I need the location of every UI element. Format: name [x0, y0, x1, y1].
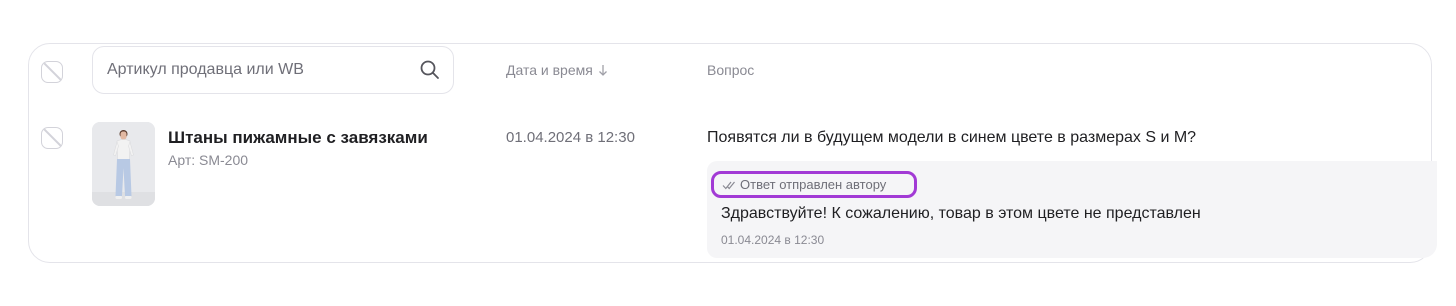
- product-name[interactable]: Штаны пижамные с завязками: [168, 128, 428, 148]
- product-sku: Арт: SM-200: [168, 152, 249, 168]
- question-column-label: Вопрос: [707, 62, 755, 78]
- date-column-header[interactable]: Дата и время: [506, 62, 609, 78]
- answer-status-badge: Ответ отправлен автору: [711, 171, 917, 198]
- question-text: Появятся ли в будущем модели в синем цве…: [707, 129, 1197, 146]
- date-column-label: Дата и время: [506, 62, 593, 78]
- double-check-icon: [722, 181, 735, 189]
- answer-text: Здравствуйте! К сожалению, товар в этом …: [721, 205, 1201, 222]
- question-datetime: 01.04.2024 в 12:30: [506, 129, 635, 146]
- answer-block: Ответ отправлен автору Здравствуйте! К с…: [707, 161, 1437, 258]
- question-column-header: Вопрос: [707, 62, 754, 78]
- product-image[interactable]: [92, 122, 155, 206]
- select-all-checkbox[interactable]: [41, 61, 63, 83]
- answer-status-label: Ответ отправлен автору: [740, 177, 887, 192]
- search-input[interactable]: [107, 61, 419, 79]
- sort-down-icon[interactable]: [597, 63, 609, 77]
- answer-datetime: 01.04.2024 в 12:30: [721, 233, 825, 247]
- row-checkbox[interactable]: [41, 127, 63, 149]
- search-field[interactable]: [92, 46, 454, 94]
- search-icon[interactable]: [419, 59, 441, 81]
- questions-table: Дата и время Вопрос Штаны пижа: [28, 43, 1437, 263]
